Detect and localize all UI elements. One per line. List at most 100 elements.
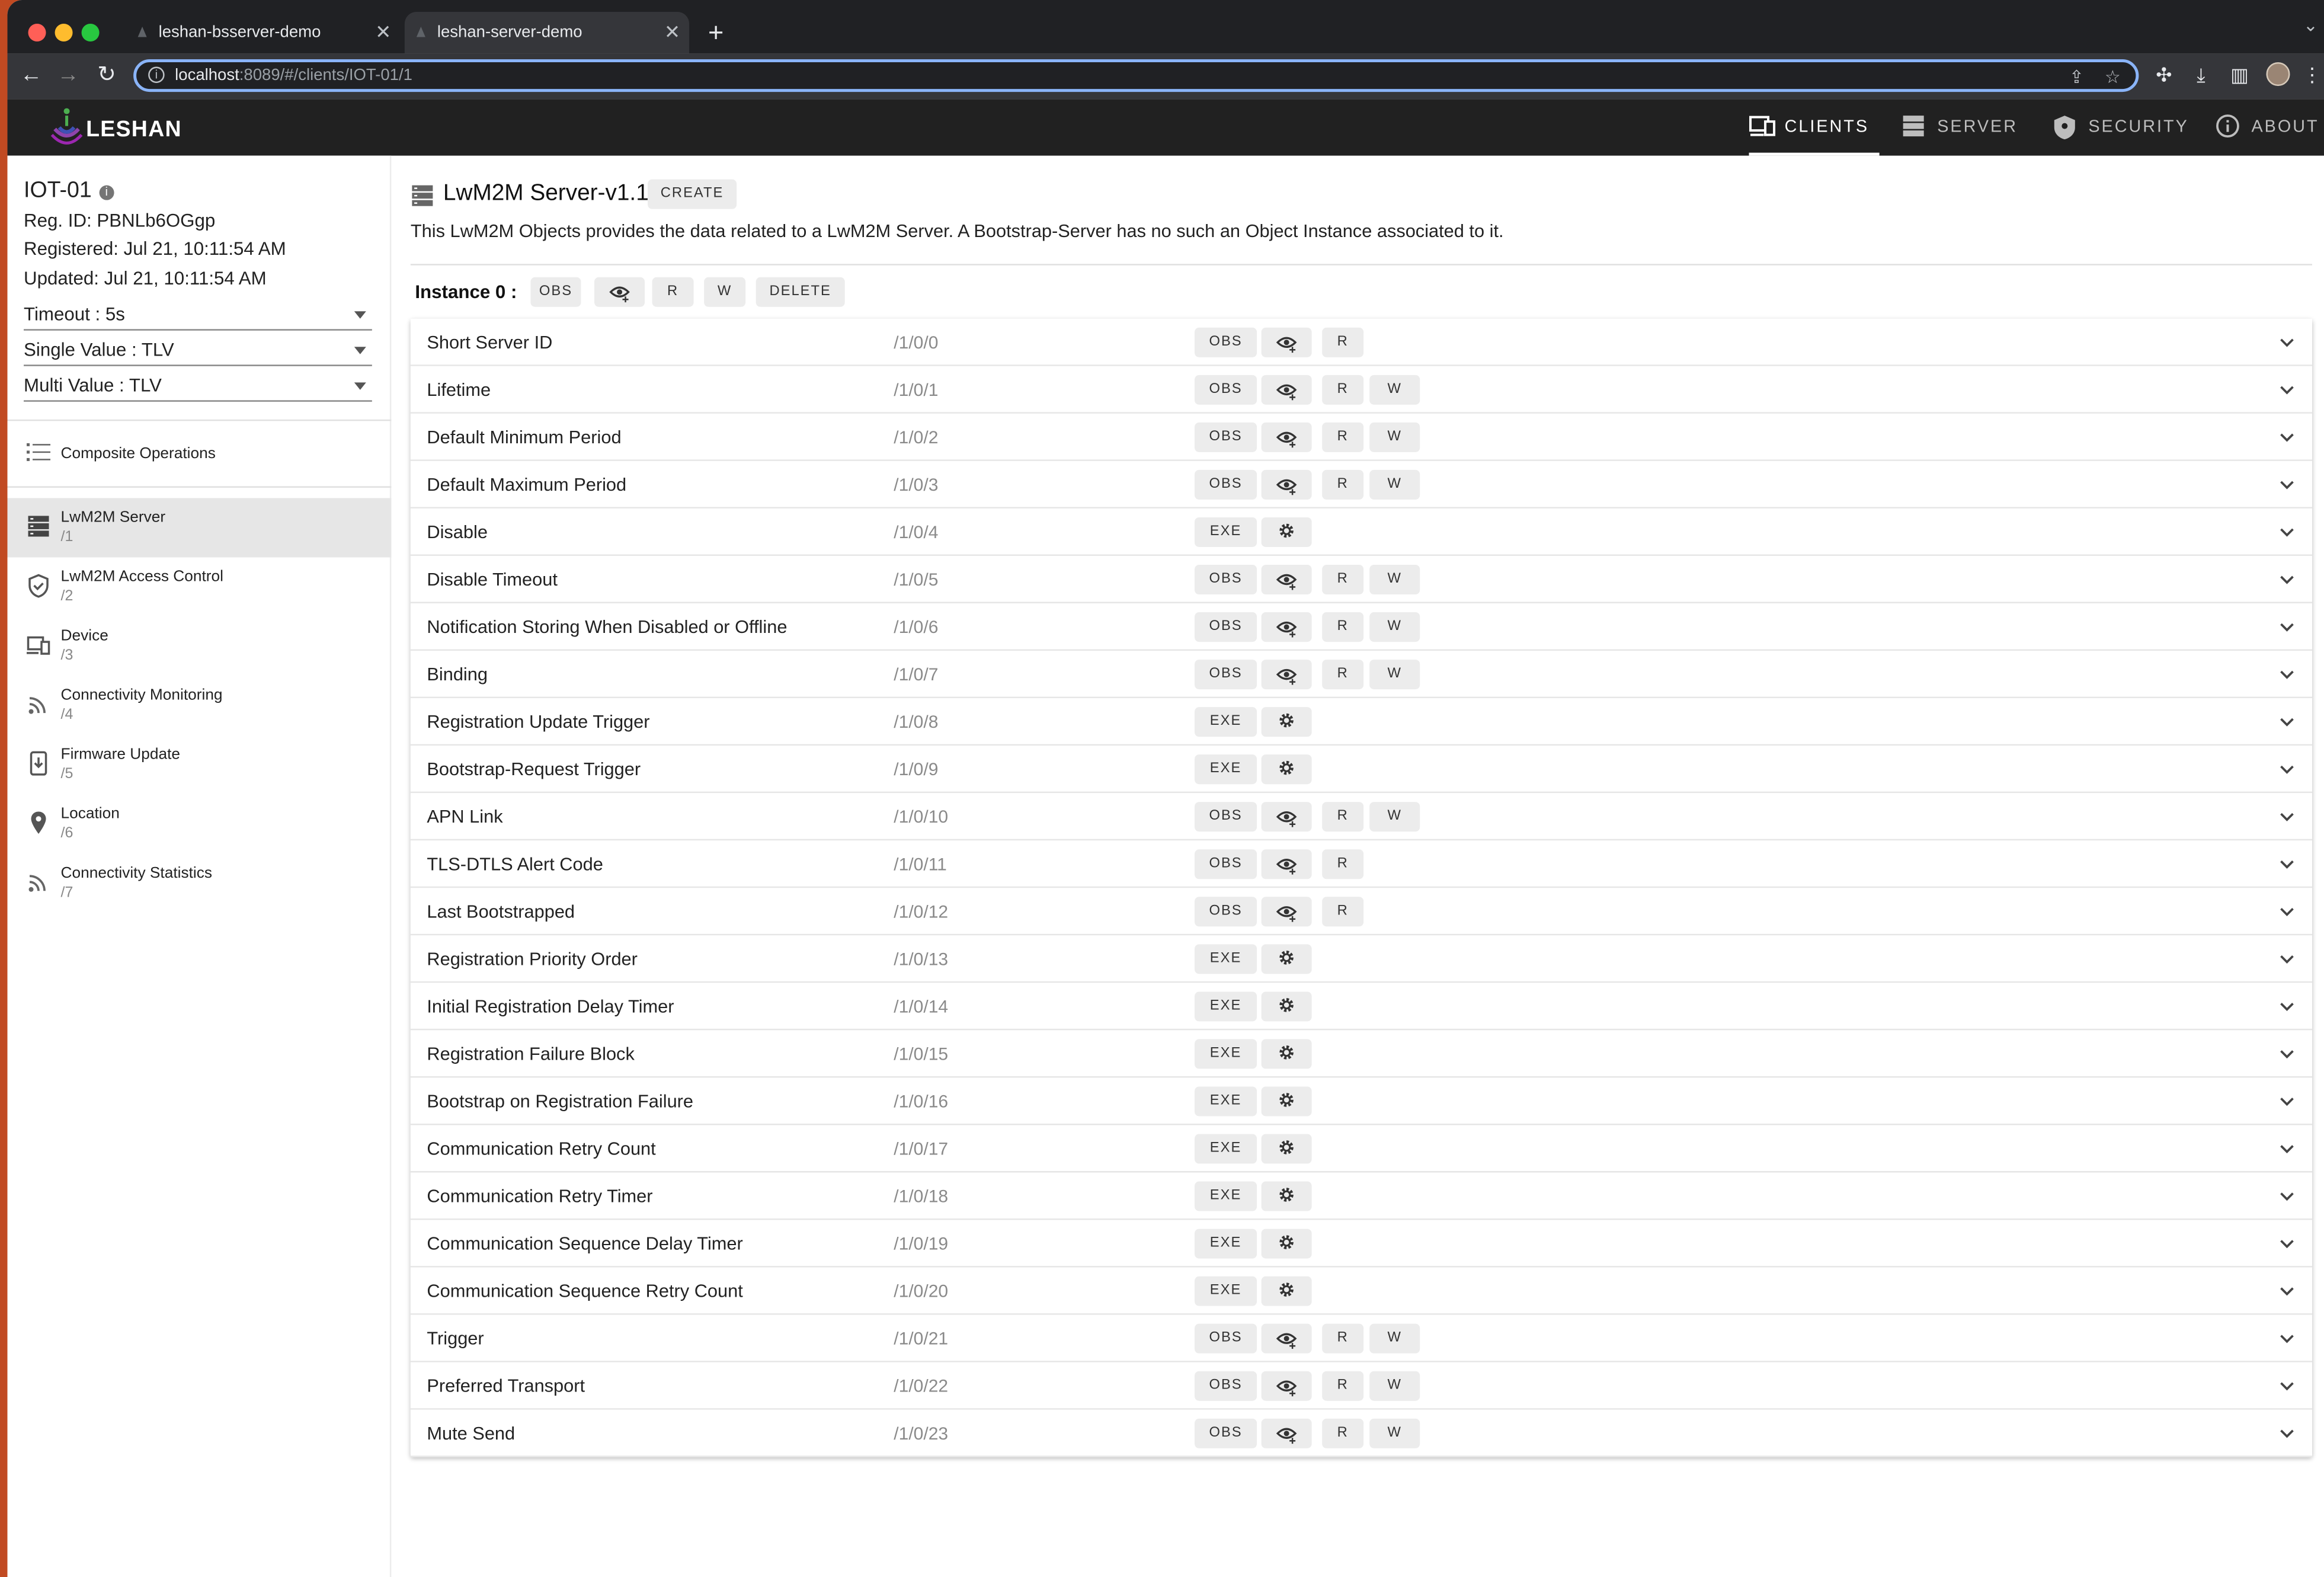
expand-chevron-icon[interactable] (2277, 664, 2297, 685)
execute-button[interactable]: EXE (1195, 1181, 1257, 1211)
expand-chevron-icon[interactable] (2277, 1328, 2297, 1349)
execute-with-params-button[interactable] (1261, 944, 1312, 974)
maximize-window-button[interactable] (81, 24, 100, 42)
read-button[interactable]: R (1322, 564, 1364, 595)
read-button[interactable]: R (1322, 422, 1364, 452)
execute-button[interactable]: EXE (1195, 1276, 1257, 1306)
cancel-observe-button[interactable] (1261, 802, 1312, 832)
profile-avatar[interactable] (2266, 62, 2290, 87)
observe-button[interactable]: OBS (1195, 849, 1257, 879)
observe-button[interactable]: OBS (1195, 1323, 1257, 1354)
expand-chevron-icon[interactable] (2277, 901, 2297, 922)
back-icon[interactable]: ← (15, 59, 47, 92)
extensions-icon[interactable]: ✣ (2149, 61, 2179, 91)
new-tab-icon[interactable]: + (698, 12, 734, 53)
write-button[interactable]: W (1369, 660, 1420, 690)
close-tab-icon[interactable]: ✕ (375, 12, 391, 53)
expand-chevron-icon[interactable] (2277, 996, 2297, 1017)
instance-observe-button[interactable]: OBS (530, 277, 581, 307)
expand-chevron-icon[interactable] (2277, 569, 2297, 590)
write-button[interactable]: W (1369, 1323, 1420, 1354)
read-button[interactable]: R (1322, 1418, 1364, 1448)
close-window-button[interactable] (28, 24, 46, 42)
execute-with-params-button[interactable] (1261, 707, 1312, 737)
cancel-observe-button[interactable] (1261, 1418, 1312, 1448)
nav-about[interactable]: ABOUT (2216, 100, 2319, 156)
nav-server[interactable]: SERVER (1902, 100, 2018, 156)
read-button[interactable]: R (1322, 849, 1364, 879)
cancel-observe-button[interactable] (1261, 375, 1312, 405)
execute-with-params-button[interactable] (1261, 1181, 1312, 1211)
create-instance-button[interactable]: CREATE (648, 179, 737, 209)
execute-button[interactable]: EXE (1195, 1229, 1257, 1259)
multi-value-format-select[interactable]: Multi Value : TLV (24, 372, 372, 402)
execute-button[interactable]: EXE (1195, 754, 1257, 785)
execute-button[interactable]: EXE (1195, 517, 1257, 547)
cancel-observe-button[interactable] (1261, 469, 1312, 500)
execute-with-params-button[interactable] (1261, 1276, 1312, 1306)
expand-chevron-icon[interactable] (2277, 1044, 2297, 1064)
info-icon[interactable]: i (99, 185, 114, 200)
execute-with-params-button[interactable] (1261, 1086, 1312, 1117)
observe-button[interactable]: OBS (1195, 327, 1257, 357)
expand-chevron-icon[interactable] (2277, 712, 2297, 732)
cancel-observe-button[interactable] (1261, 849, 1312, 879)
expand-chevron-icon[interactable] (2277, 1186, 2297, 1207)
instance-read-button[interactable]: R (652, 277, 694, 307)
observe-button[interactable]: OBS (1195, 422, 1257, 452)
site-info-icon[interactable]: i (148, 66, 165, 84)
timeout-select[interactable]: Timeout : 5s (24, 301, 372, 331)
observe-button[interactable]: OBS (1195, 469, 1257, 500)
execute-button[interactable]: EXE (1195, 1039, 1257, 1069)
expand-chevron-icon[interactable] (2277, 332, 2297, 353)
browser-menu-icon[interactable]: ⋮ (2297, 61, 2324, 91)
expand-chevron-icon[interactable] (2277, 617, 2297, 638)
expand-chevron-icon[interactable] (2277, 522, 2297, 542)
observe-button[interactable]: OBS (1195, 375, 1257, 405)
single-value-format-select[interactable]: Single Value : TLV (24, 337, 372, 366)
execute-with-params-button[interactable] (1261, 1134, 1312, 1164)
cancel-observe-button[interactable] (1261, 1323, 1312, 1354)
expand-chevron-icon[interactable] (2277, 807, 2297, 827)
cancel-observe-button[interactable] (1261, 422, 1312, 452)
cancel-observe-button[interactable] (1261, 327, 1312, 357)
execute-with-params-button[interactable] (1261, 517, 1312, 547)
instance-delete-button[interactable]: DELETE (756, 277, 845, 307)
write-button[interactable]: W (1369, 469, 1420, 500)
sidebar-item-composite-operations[interactable]: Composite Operations (8, 424, 392, 483)
expand-chevron-icon[interactable] (2277, 1091, 2297, 1112)
observe-button[interactable]: OBS (1195, 897, 1257, 927)
close-tab-icon[interactable]: ✕ (664, 12, 680, 53)
sidebar-item-object[interactable]: Connectivity Statistics/7 (8, 854, 392, 913)
instance-write-button[interactable]: W (704, 277, 746, 307)
expand-chevron-icon[interactable] (2277, 1281, 2297, 1301)
read-button[interactable]: R (1322, 802, 1364, 832)
browser-tab-server[interactable]: leshan-server-demo ✕ (404, 12, 690, 54)
sidebar-item-object[interactable]: LwM2M Server/1 (7, 498, 392, 558)
execute-with-params-button[interactable] (1261, 754, 1312, 785)
execute-with-params-button[interactable] (1261, 991, 1312, 1022)
expand-chevron-icon[interactable] (2277, 1138, 2297, 1159)
write-button[interactable]: W (1369, 612, 1420, 642)
read-button[interactable]: R (1322, 1371, 1364, 1401)
observe-button[interactable]: OBS (1195, 1371, 1257, 1401)
write-button[interactable]: W (1369, 422, 1420, 452)
write-button[interactable]: W (1369, 1371, 1420, 1401)
sidebar-item-object[interactable]: Connectivity Monitoring/4 (8, 676, 392, 735)
instance-cancel-observe-button[interactable] (594, 277, 645, 307)
sidebar-item-object[interactable]: Firmware Update/5 (8, 735, 392, 795)
reload-icon[interactable]: ↻ (91, 59, 123, 92)
expand-chevron-icon[interactable] (2277, 1376, 2297, 1396)
nav-security[interactable]: SECURITY (2053, 100, 2188, 156)
read-button[interactable]: R (1322, 469, 1364, 500)
cancel-observe-button[interactable] (1261, 612, 1312, 642)
expand-chevron-icon[interactable] (2277, 427, 2297, 447)
write-button[interactable]: W (1369, 802, 1420, 832)
minimize-window-button[interactable] (55, 24, 73, 42)
tab-search-icon[interactable]: ⌄ (2303, 15, 2318, 36)
expand-chevron-icon[interactable] (2277, 759, 2297, 780)
sidebar-item-object[interactable]: Device/3 (8, 617, 392, 676)
read-button[interactable]: R (1322, 1323, 1364, 1354)
expand-chevron-icon[interactable] (2277, 854, 2297, 875)
read-button[interactable]: R (1322, 612, 1364, 642)
